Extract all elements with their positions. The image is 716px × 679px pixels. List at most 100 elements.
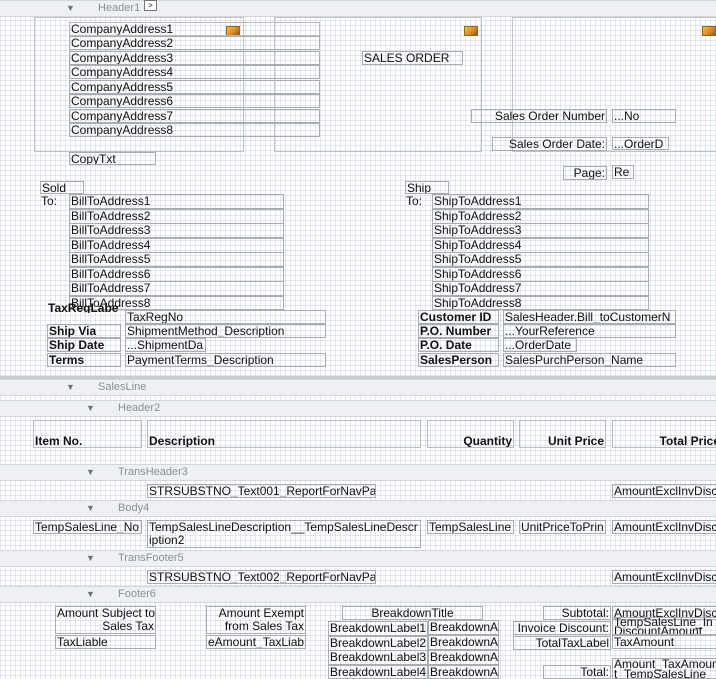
po-date-label[interactable]: P.O. Date [418, 338, 499, 352]
ship-to-address-5[interactable]: ShipToAddress5 [432, 252, 649, 267]
page-label[interactable]: Page: [563, 166, 607, 180]
bill-to-address-7[interactable]: BillToAddress7 [69, 281, 284, 296]
sales-order-number-value[interactable]: ...No [612, 109, 676, 123]
po-number-label[interactable]: P.O. Number [418, 324, 499, 338]
body-item-no[interactable]: TempSalesLine_No [33, 520, 142, 534]
tax-liable-value[interactable]: TaxLiable [55, 635, 156, 649]
body-unit-price[interactable]: UnitPriceToPrin [519, 520, 606, 534]
column-header-quantity[interactable]: Quantity [427, 420, 514, 448]
band-body4[interactable]: ▼ Body4 [0, 500, 716, 517]
collapse-arrow-icon[interactable]: ▼ [86, 403, 95, 413]
copy-txt[interactable]: CopyTxt [69, 152, 156, 165]
ship-via-value[interactable]: ShipmentMethod_Description [125, 324, 326, 338]
company-address-6[interactable]: CompanyAddress6 [69, 94, 320, 108]
band-transfooter5[interactable]: ▼ TransFooter5 [0, 550, 716, 567]
sales-order-title[interactable]: SALES ORDER [362, 51, 463, 65]
band-transheader3[interactable]: ▼ TransHeader3 [0, 464, 716, 481]
tax-reg-value[interactable]: TaxRegNo [125, 310, 326, 324]
terms-value[interactable]: PaymentTerms_Description [125, 353, 326, 367]
total-value[interactable]: Amount_TaxAmoun t_TempSalesLine [612, 658, 716, 679]
po-number-value[interactable]: ...YourReference [503, 324, 676, 338]
ship-to-address-3[interactable]: ShipToAddress3 [432, 223, 649, 238]
customer-id-label[interactable]: Customer ID [418, 310, 499, 324]
image-placeholder-icon [464, 26, 478, 36]
collapse-arrow-icon[interactable]: ▼ [86, 503, 95, 513]
collapse-arrow-icon[interactable]: ▼ [86, 553, 95, 563]
sold-label[interactable]: Sold [40, 181, 84, 194]
band-salesline[interactable]: ▼ SalesLine [0, 379, 716, 396]
ship-via-label[interactable]: Ship Via [47, 324, 121, 338]
bill-to-address-5[interactable]: BillToAddress5 [69, 252, 284, 267]
invoice-discount-value[interactable]: TempSalesLine_In DiscountAmount [612, 617, 716, 635]
total-tax-label[interactable]: TotalTaxLabel [513, 636, 611, 650]
ship-to-address-7[interactable]: ShipToAddress7 [432, 281, 649, 296]
tax-amount-value[interactable]: TaxAmount [612, 635, 716, 649]
transfooter-text[interactable]: STRSUBSTNO_Text002_ReportForNavPa [147, 570, 376, 584]
total-label[interactable]: Total: [543, 665, 611, 679]
terms-label[interactable]: Terms [47, 353, 121, 367]
collapse-arrow-icon[interactable]: ▼ [86, 589, 95, 599]
company-address-5[interactable]: CompanyAddress5 [69, 80, 320, 94]
band-header1[interactable]: ▼ Header1 [0, 0, 716, 17]
breakdown-amount-4[interactable]: BreakdownA [428, 665, 499, 679]
column-header-unit-price[interactable]: Unit Price [519, 420, 606, 448]
expand-button-icon[interactable]: > [144, 0, 157, 11]
band-footer6[interactable]: ▼ Footer6 [0, 586, 716, 603]
breakdown-amount-3[interactable]: BreakdownA [428, 650, 499, 665]
collapse-arrow-icon[interactable]: ▼ [86, 467, 95, 477]
ship-to-address-6[interactable]: ShipToAddress6 [432, 267, 649, 282]
company-address-7[interactable]: CompanyAddress7 [69, 109, 320, 123]
transfooter-amount[interactable]: AmountExclInvDisc [612, 570, 716, 584]
collapse-arrow-icon[interactable]: ▼ [66, 382, 75, 392]
company-address-4[interactable]: CompanyAddress4 [69, 65, 320, 79]
ship-date-value[interactable]: ...ShipmentDa [125, 338, 206, 352]
amount-subject-label[interactable]: Amount Subject to Sales Tax [55, 606, 156, 634]
sales-order-date-value[interactable]: ...OrderD [612, 137, 669, 150]
body-description[interactable]: TempSalesLineDescription__TempSalesLineD… [147, 520, 421, 548]
bill-to-address-3[interactable]: BillToAddress3 [69, 223, 284, 238]
po-date-value[interactable]: ...OrderDate [503, 338, 577, 352]
breakdown-amount-2[interactable]: BreakdownA [428, 635, 499, 650]
invoice-discount-label[interactable]: Invoice Discount: [513, 621, 611, 635]
sales-order-number-label[interactable]: Sales Order Number [471, 109, 607, 123]
breakdown-label-2[interactable]: BreakdownLabel2 [328, 636, 428, 651]
amount-exempt-label[interactable]: Amount Exempt from Sales Tax [206, 606, 306, 634]
transheader-amount[interactable]: AmountExclInvDisc [612, 484, 716, 498]
subtotal-label[interactable]: Subtotal: [543, 606, 611, 620]
bill-to-address-1[interactable]: BillToAddress1 [69, 194, 284, 209]
company-address-2[interactable]: CompanyAddress2 [69, 36, 320, 50]
breakdown-title[interactable]: BreakdownTitle [342, 606, 483, 620]
company-address-3[interactable]: CompanyAddress3 [69, 51, 320, 65]
collapse-arrow-icon[interactable]: ▼ [66, 3, 75, 13]
sales-order-date-label[interactable]: Sales Order Date: [492, 137, 607, 151]
customer-id-value[interactable]: SalesHeader.Bill_toCustomerN [503, 310, 676, 324]
company-address-8[interactable]: CompanyAddress8 [69, 123, 320, 137]
page-value[interactable]: Re [612, 165, 634, 179]
column-header-total-price[interactable]: Total Price [612, 420, 716, 448]
column-header-description[interactable]: Description [147, 420, 421, 448]
column-header-item-no[interactable]: Item No. [33, 420, 142, 448]
salesperson-value[interactable]: SalesPurchPerson_Name [503, 353, 676, 367]
bill-to-address-4[interactable]: BillToAddress4 [69, 238, 284, 253]
salesperson-label[interactable]: SalesPerson [418, 353, 499, 367]
ship-to-address-2[interactable]: ShipToAddress2 [432, 209, 649, 224]
body-amount[interactable]: AmountExclInvDisc [612, 520, 716, 534]
company-address-1[interactable]: CompanyAddress1 [69, 22, 320, 36]
ship-label[interactable]: Ship [405, 181, 449, 194]
breakdown-label-4[interactable]: BreakdownLabel4 [328, 665, 428, 679]
breakdown-amount-1[interactable]: BreakdownA [428, 620, 499, 635]
ship-to-address-4[interactable]: ShipToAddress4 [432, 238, 649, 253]
band-header2[interactable]: ▼ Header2 [0, 400, 716, 417]
ship-to-address-8[interactable]: ShipToAddress8 [432, 296, 649, 310]
transheader-text[interactable]: STRSUBSTNO_Text001_ReportForNavPa [147, 484, 376, 498]
breakdown-label-3[interactable]: BreakdownLabel3 [328, 650, 428, 665]
breakdown-label-1[interactable]: BreakdownLabel1 [328, 621, 428, 636]
bill-to-address-6[interactable]: BillToAddress6 [69, 267, 284, 282]
amount-taxliable-value[interactable]: eAmount_TaxLiabl [206, 635, 306, 649]
ship-to-address-1[interactable]: ShipToAddress1 [432, 194, 649, 209]
bill-to-address-2[interactable]: BillToAddress2 [69, 209, 284, 224]
tax-reg-label[interactable]: TaxRegLabe [48, 303, 118, 313]
ship-date-label[interactable]: Ship Date [47, 338, 121, 352]
body-quantity[interactable]: TempSalesLine [427, 520, 514, 534]
band-label: TransFooter5 [118, 552, 184, 564]
